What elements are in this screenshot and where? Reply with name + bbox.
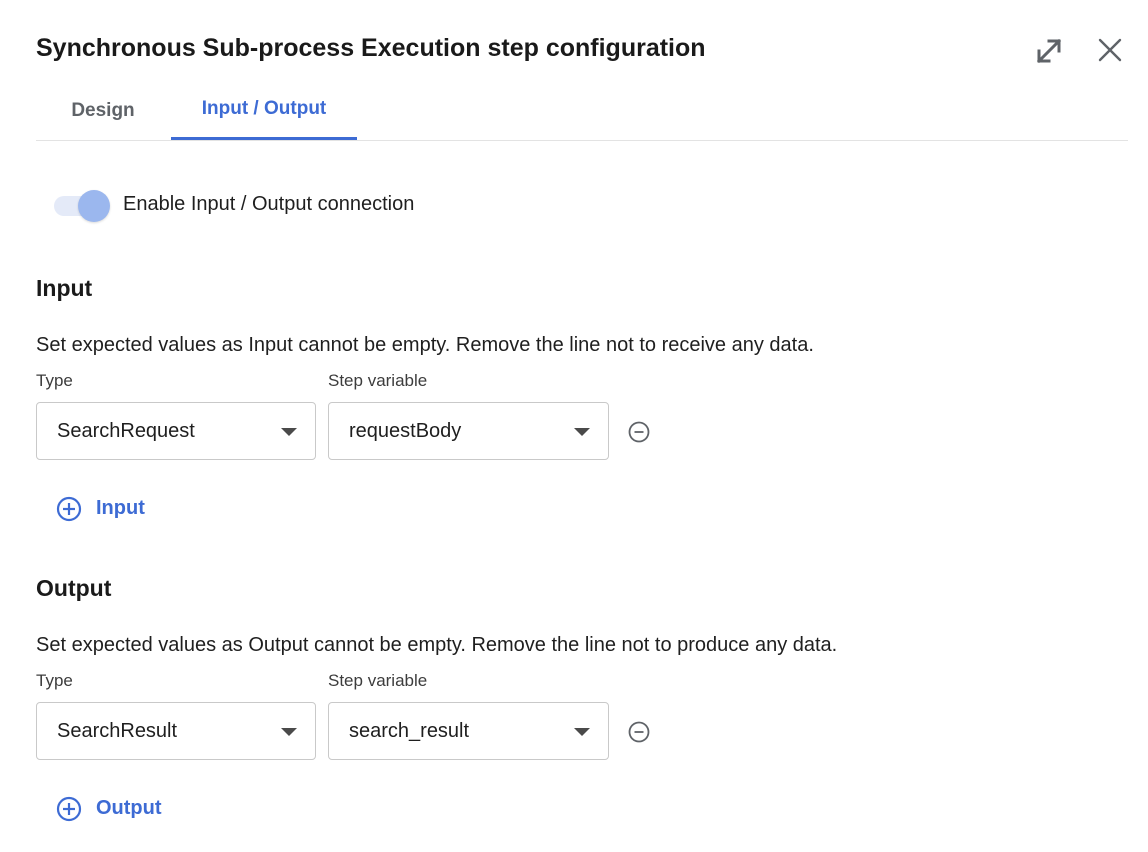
- output-variable-value: search_result: [349, 720, 470, 742]
- chevron-down-icon: [574, 728, 590, 736]
- toggle-label: Enable Input / Output connection: [123, 193, 415, 215]
- output-variable-select[interactable]: search_result: [328, 702, 609, 760]
- chevron-down-icon: [281, 728, 297, 736]
- toggle-knob: [78, 190, 110, 222]
- remove-output-row-button[interactable]: [627, 720, 651, 744]
- output-type-select[interactable]: SearchResult: [36, 702, 316, 760]
- add-output-label: Output: [96, 797, 162, 819]
- input-variable-label: Step variable: [328, 371, 428, 390]
- output-type-value: SearchResult: [57, 720, 178, 742]
- input-type-select[interactable]: SearchRequest: [36, 402, 316, 460]
- minus-circle-icon: [628, 421, 650, 443]
- expand-button[interactable]: [1032, 34, 1066, 68]
- remove-input-row-button[interactable]: [627, 420, 651, 444]
- add-input-label: Input: [96, 497, 145, 519]
- plus-circle-icon: [56, 796, 82, 822]
- minus-circle-icon: [628, 721, 650, 743]
- chevron-down-icon: [574, 428, 590, 436]
- io-connection-toggle[interactable]: [54, 190, 110, 222]
- close-icon: [1098, 38, 1122, 62]
- add-input-button[interactable]: Input: [56, 494, 156, 526]
- input-description: Set expected values as Input cannot be e…: [36, 334, 814, 356]
- input-heading: Input: [36, 275, 93, 301]
- input-variable-select[interactable]: requestBody: [328, 402, 609, 460]
- output-description: Set expected values as Output cannot be …: [36, 634, 838, 656]
- input-variable-value: requestBody: [349, 420, 462, 442]
- output-type-label: Type: [36, 671, 73, 690]
- tab-input-output[interactable]: Input / Output: [171, 84, 357, 140]
- chevron-down-icon: [281, 428, 297, 436]
- output-variable-label: Step variable: [328, 671, 428, 690]
- plus-circle-icon: [56, 496, 82, 522]
- tab-bar: Design Input / Output: [36, 84, 1128, 141]
- dialog-title: Synchronous Sub-process Execution step c…: [36, 34, 706, 62]
- tab-design[interactable]: Design: [36, 86, 170, 141]
- close-button[interactable]: [1094, 34, 1126, 66]
- add-output-button[interactable]: Output: [56, 794, 176, 826]
- input-type-label: Type: [36, 371, 73, 390]
- input-type-value: SearchRequest: [57, 420, 195, 442]
- output-heading: Output: [36, 575, 112, 601]
- expand-icon: [1036, 38, 1062, 64]
